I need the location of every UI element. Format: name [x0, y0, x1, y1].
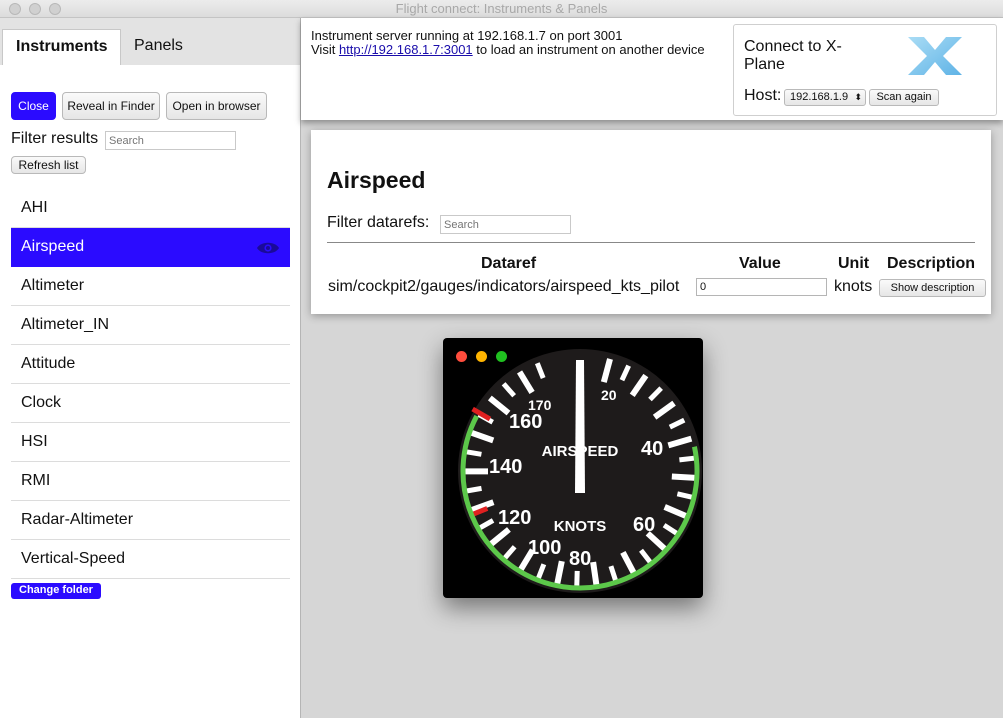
gauge-unit: KNOTS [554, 518, 607, 535]
tab-panels[interactable]: Panels [121, 29, 211, 65]
gauge-tick [465, 449, 482, 457]
divider [327, 242, 975, 243]
label-160: 160 [509, 411, 542, 433]
instrument-list: AHI Airspeed Altimeter Altimeter_IN Atti… [11, 189, 290, 579]
sidebar: Instruments Panels Close Reveal in Finde… [0, 18, 301, 718]
label-40: 40 [641, 438, 663, 460]
filter-search-input[interactable] [105, 131, 236, 150]
airspeed-needle [575, 360, 585, 493]
server-status-line: Instrument server running at 192.168.1.7… [311, 28, 623, 43]
label-80: 80 [569, 548, 591, 570]
dataref-panel: Airspeed Filter datarefs: Dataref Value … [311, 130, 991, 314]
airspeed-gauge: AIRSPEED KNOTS 20 40 60 80 100 120 140 1… [458, 349, 702, 593]
show-description-button[interactable]: Show description [879, 279, 986, 297]
refresh-list-button[interactable]: Refresh list [11, 156, 86, 174]
change-folder-button[interactable]: Change folder [11, 583, 101, 599]
visit-prefix: Visit [311, 42, 339, 57]
list-item[interactable]: Vertical-Speed [11, 540, 290, 579]
server-visit-line: Visit http://192.168.1.7:3001 to load an… [311, 43, 711, 57]
list-item-label: Radar-Altimeter [21, 511, 134, 528]
label-20: 20 [601, 387, 617, 403]
list-item[interactable]: AHI [11, 189, 290, 228]
tab-bar: Instruments Panels [0, 18, 300, 65]
gauge-tick [671, 473, 696, 481]
list-item-label: Clock [21, 394, 62, 411]
server-status-text: Instrument server running at 192.168.1.7… [311, 29, 711, 57]
select-arrows-icon: ⬍ [854, 92, 862, 102]
xplane-connect-box: Connect to X-Plane Host: 192.168.1.9 ⬍ Sc… [733, 24, 997, 116]
list-item[interactable]: Attitude [11, 345, 290, 384]
column-header-dataref: Dataref [481, 255, 537, 272]
filter-results-label: Filter results [11, 130, 99, 147]
list-item-label: Vertical-Speed [21, 550, 126, 567]
gauge-tick [465, 485, 482, 494]
close-button[interactable]: Close [11, 92, 56, 120]
list-item-label: Altimeter_IN [21, 316, 110, 333]
list-item[interactable]: Radar-Altimeter [11, 501, 290, 540]
list-item[interactable]: Altimeter_IN [11, 306, 290, 345]
label-120: 120 [498, 507, 531, 529]
list-item-label: AHI [21, 199, 48, 216]
title-bar: Flight connect: Instruments & Panels [0, 0, 1003, 18]
column-header-unit: Unit [838, 255, 870, 272]
list-item-label: Airspeed [21, 238, 85, 255]
reveal-in-finder-button[interactable]: Reveal in Finder [62, 92, 160, 120]
list-item[interactable]: Clock [11, 384, 290, 423]
xplane-logo-icon [908, 37, 962, 75]
host-select[interactable]: 192.168.1.9 ⬍ [784, 89, 866, 106]
server-url-link[interactable]: http://192.168.1.7:3001 [339, 42, 473, 57]
label-140: 140 [489, 456, 522, 478]
list-item-label: Attitude [21, 355, 76, 372]
label-60: 60 [633, 514, 655, 536]
app-window: Flight connect: Instruments & Panels Ins… [0, 0, 1003, 718]
open-in-browser-button[interactable]: Open in browser [166, 92, 267, 120]
main-area: Instrument server running at 192.168.1.7… [301, 18, 1003, 718]
visit-suffix: to load an instrument on another device [472, 42, 705, 57]
eye-icon[interactable] [256, 241, 280, 255]
column-header-value: Value [739, 255, 781, 272]
window-title: Flight connect: Instruments & Panels [395, 1, 608, 16]
label-170: 170 [528, 397, 552, 413]
airspeed-instrument-window: AIRSPEED KNOTS 20 40 60 80 100 120 140 1… [443, 338, 703, 598]
list-item-label: RMI [21, 472, 51, 489]
connect-title: Connect to X-Plane [744, 38, 842, 73]
dataref-search-input[interactable] [440, 215, 571, 234]
list-item[interactable]: RMI [11, 462, 290, 501]
unit-cell: knots [834, 278, 873, 295]
list-item[interactable]: HSI [11, 423, 290, 462]
gauge-tick [590, 561, 600, 587]
label-100: 100 [528, 537, 561, 559]
host-label: Host: [744, 87, 782, 104]
list-item[interactable]: Altimeter [11, 267, 290, 306]
server-header: Instrument server running at 192.168.1.7… [301, 18, 1003, 120]
panel-title: Airspeed [327, 167, 426, 193]
host-select-value: 192.168.1.9 [790, 91, 849, 103]
tab-instruments[interactable]: Instruments [2, 29, 121, 65]
gauge-tick [679, 455, 696, 463]
list-item-label: Altimeter [21, 277, 85, 294]
column-header-description: Description [887, 255, 976, 272]
list-item-label: HSI [21, 433, 48, 450]
gauge-tick [676, 491, 694, 500]
scan-again-button[interactable]: Scan again [869, 89, 939, 106]
value-input[interactable]: 0 [696, 278, 827, 296]
dataref-cell: sim/cockpit2/gauges/indicators/airspeed_… [328, 278, 680, 295]
list-item-selected[interactable]: Airspeed [11, 228, 290, 267]
filter-datarefs-label: Filter datarefs: [327, 214, 430, 231]
